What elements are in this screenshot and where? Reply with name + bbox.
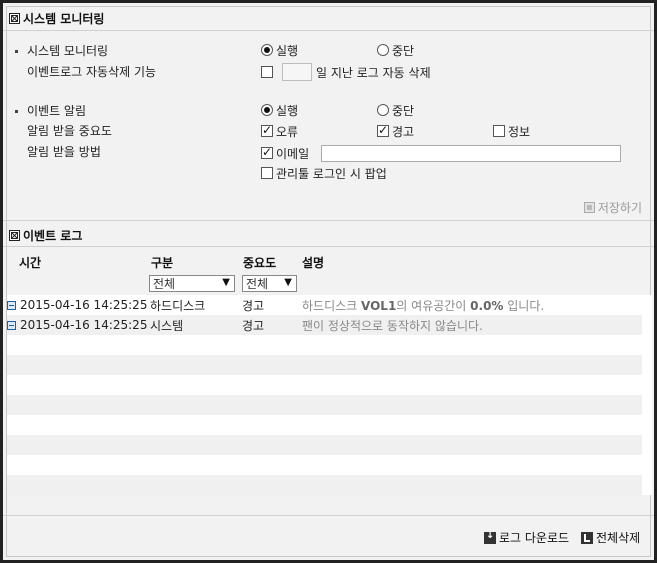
row-category: 시스템: [150, 318, 184, 333]
row-time: 2015-04-16 14:25:25: [20, 318, 148, 332]
section-box-icon: [9, 230, 20, 241]
radio-unselected-icon: [377, 104, 389, 116]
monitoring-section-title: 시스템 모니터링: [23, 12, 105, 26]
popup-checkbox[interactable]: 관리툴 로그인 시 팝업: [261, 164, 387, 182]
alarm-stop-label: 중단: [392, 103, 415, 118]
log-download-button[interactable]: 로그 다운로드: [484, 529, 569, 546]
save-icon: [583, 202, 595, 213]
monitoring-run-radio[interactable]: 실행: [261, 41, 298, 59]
event-alarm-label: 이벤트 알림: [27, 103, 87, 118]
row-severity: 경고: [242, 318, 265, 333]
system-monitoring-label: 시스템 모니터링: [27, 43, 109, 58]
method-label: 알림 받을 방법: [27, 144, 101, 159]
severity-error-checkbox[interactable]: 오류: [261, 122, 298, 140]
severity-filter-value: 전체: [246, 277, 269, 291]
table-row[interactable]: 2015-04-16 14:25:25 시스템 경고 팬이 정상적으로 동작하지…: [7, 315, 642, 335]
monitoring-run-label: 실행: [276, 43, 299, 58]
auto-delete-days-input[interactable]: [282, 63, 312, 81]
divider: [3, 515, 654, 516]
download-icon: [484, 530, 496, 544]
category-filter-value: 전체: [153, 277, 176, 291]
email-field[interactable]: [321, 145, 621, 162]
table-row-empty: [7, 475, 642, 495]
log-entry-icon: [7, 300, 16, 310]
auto-delete-label: 이벤트로그 자동삭제 기능: [27, 64, 157, 79]
category-filter-select[interactable]: 전체 ▼: [149, 275, 235, 292]
bullet-icon: [15, 50, 18, 53]
divider: [3, 220, 654, 221]
delete-all-label: 전체삭제: [596, 531, 641, 545]
event-log-title: 이벤트 로그: [23, 229, 83, 243]
table-row-empty: [7, 355, 642, 375]
auto-delete-option: 일 지난 로그 자동 삭제: [261, 63, 431, 81]
auto-delete-suffix: 일 지난 로그 자동 삭제: [316, 65, 431, 80]
radio-selected-icon: [261, 104, 273, 116]
column-header-category[interactable]: 구분: [151, 254, 173, 271]
row-time-cell: 2015-04-16 14:25:25: [7, 318, 147, 332]
save-button[interactable]: 저장하기: [583, 199, 642, 216]
checkbox-checked-icon: [377, 123, 389, 137]
severity-error-label: 오류: [276, 124, 299, 139]
table-row-empty: [7, 375, 642, 395]
row-description: 하드디스크 VOL1의 여유공간이 0.0% 입니다.: [302, 298, 545, 313]
radio-unselected-icon: [377, 44, 389, 56]
delete-all-button[interactable]: 전체삭제: [581, 529, 640, 546]
section-box-icon: [9, 13, 20, 24]
email-label: 이메일: [276, 146, 310, 161]
log-download-label: 로그 다운로드: [499, 531, 570, 545]
severity-info-checkbox[interactable]: 정보: [493, 122, 530, 140]
chevron-down-icon: ▼: [222, 277, 230, 288]
table-row-empty: [7, 395, 642, 415]
divider: [3, 30, 654, 31]
checkbox-checked-icon: [261, 123, 273, 137]
row-category: 하드디스크: [150, 298, 206, 313]
radio-selected-icon: [261, 44, 273, 56]
table-row-empty: [7, 415, 642, 435]
divider: [3, 246, 654, 247]
event-log-table: 2015-04-16 14:25:25 하드디스크 경고 하드디스크 VOL1의…: [7, 295, 642, 495]
row-time: 2015-04-16 14:25:25: [20, 298, 148, 312]
table-row[interactable]: 2015-04-16 14:25:25 하드디스크 경고 하드디스크 VOL1의…: [7, 295, 642, 315]
checkbox-unchecked-icon: [261, 167, 273, 179]
row-description: 팬이 정상적으로 동작하지 않습니다.: [302, 318, 483, 333]
monitoring-stop-radio[interactable]: 중단: [377, 41, 414, 59]
email-checkbox[interactable]: 이메일: [261, 144, 309, 162]
column-header-description[interactable]: 설명: [302, 254, 324, 271]
row-severity: 경고: [242, 298, 265, 313]
row-time-cell: 2015-04-16 14:25:25: [7, 298, 147, 312]
table-scrollbar[interactable]: [642, 295, 652, 495]
chevron-down-icon: ▼: [284, 277, 292, 288]
table-row-empty: [7, 455, 642, 475]
system-monitoring-panel: 시스템 모니터링 시스템 모니터링 실행 중단 이벤트로그 자동삭제 기능 일 …: [0, 0, 657, 563]
table-row-empty: [7, 435, 642, 455]
event-log-section-header: 이벤트 로그: [9, 227, 82, 244]
delete-icon: [581, 531, 593, 544]
column-header-time[interactable]: 시간: [19, 254, 41, 271]
monitoring-stop-label: 중단: [392, 43, 415, 58]
alarm-run-label: 실행: [276, 103, 299, 118]
column-header-severity[interactable]: 중요도: [243, 254, 276, 271]
alarm-stop-radio[interactable]: 중단: [377, 101, 414, 119]
checkbox-checked-icon: [261, 145, 273, 159]
table-row-empty: [7, 335, 642, 355]
severity-info-label: 정보: [508, 124, 531, 139]
severity-filter-select[interactable]: 전체 ▼: [242, 275, 297, 292]
alarm-run-radio[interactable]: 실행: [261, 101, 298, 119]
log-entry-icon: [7, 320, 16, 330]
severity-warning-label: 경고: [392, 124, 415, 139]
severity-warning-checkbox[interactable]: 경고: [377, 122, 414, 140]
severity-label: 알림 받을 중요도: [27, 123, 112, 138]
checkbox-unchecked-icon: [493, 125, 505, 137]
auto-delete-checkbox[interactable]: [261, 66, 273, 78]
popup-label: 관리툴 로그인 시 팝업: [276, 166, 387, 181]
monitoring-section-header: 시스템 모니터링: [9, 10, 104, 27]
bullet-icon: [15, 110, 18, 113]
save-label: 저장하기: [597, 201, 642, 215]
